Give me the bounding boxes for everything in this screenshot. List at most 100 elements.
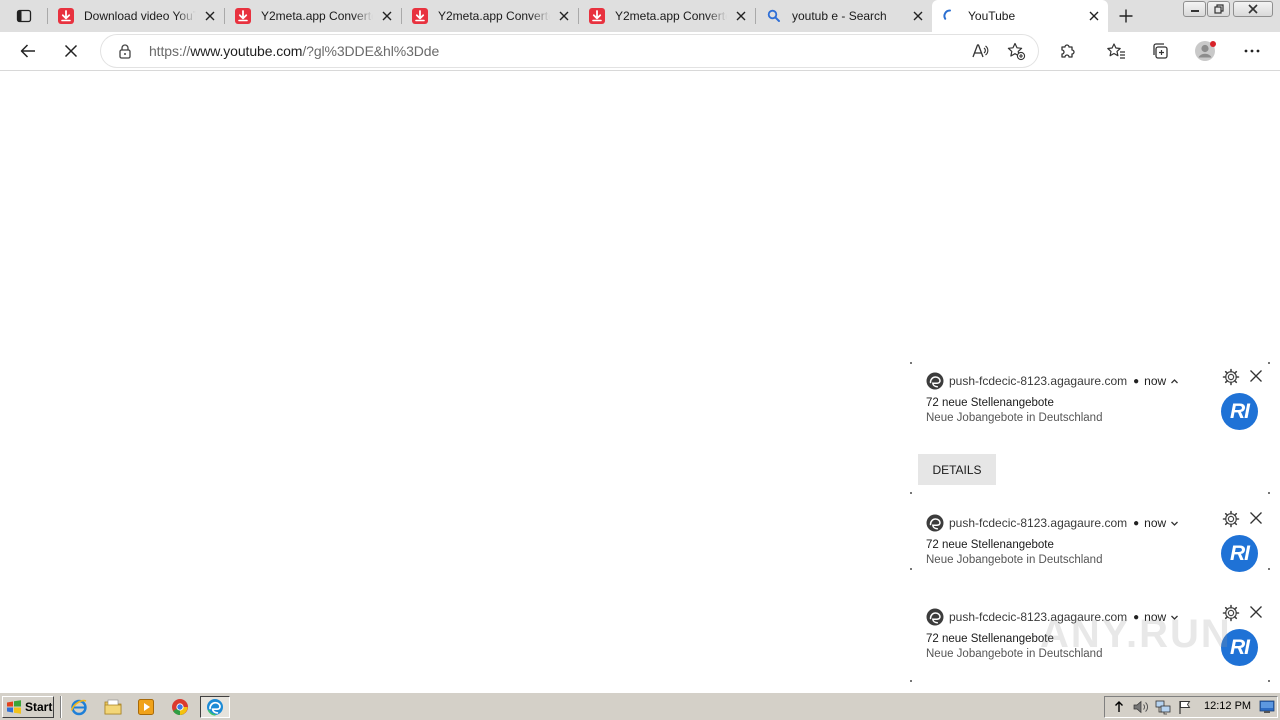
close-icon[interactable] (1248, 510, 1264, 526)
start-button[interactable]: Start (2, 696, 54, 718)
puzzle-icon (1061, 44, 1075, 58)
back-button[interactable] (13, 37, 43, 65)
collections-icon (1153, 43, 1168, 59)
tab-y2meta-1[interactable]: Y2meta.app Converter (225, 3, 401, 29)
show-hidden-icon[interactable] (1111, 699, 1127, 715)
settings-more-button[interactable] (1237, 37, 1267, 65)
tab-strip: Download video YouTube Y2meta.app Conver… (0, 0, 1280, 32)
notification-header: push-fcdecic-8123.agagaure.com ● now (926, 372, 1179, 390)
edge-icon[interactable] (200, 696, 230, 718)
flag-icon[interactable] (1177, 699, 1193, 715)
close-tab-icon[interactable] (733, 8, 749, 24)
close-tab-icon[interactable] (1086, 8, 1102, 24)
read-aloud-button[interactable] (970, 41, 990, 61)
network-icon[interactable] (1155, 699, 1171, 715)
tab-download-video[interactable]: Download video YouTube (48, 3, 224, 29)
tab-y2meta-3[interactable]: Y2meta.app Converter (579, 3, 755, 29)
close-tab-icon[interactable] (202, 8, 218, 24)
push-notification[interactable]: push-fcdecic-8123.agagaure.com ● now 72 … (910, 362, 1270, 492)
start-label: Start (25, 700, 53, 714)
stop-x-icon (64, 44, 78, 58)
stop-loading-button[interactable] (56, 37, 86, 65)
notification-corner (910, 362, 912, 364)
notification-header: push-fcdecic-8123.agagaure.com ● now (926, 514, 1179, 532)
notification-title: 72 neue Stellenangebote (926, 397, 1054, 409)
extensions-button[interactable] (1052, 37, 1082, 65)
notification-corner (1268, 680, 1270, 682)
add-favorite-button[interactable] (1006, 41, 1026, 61)
chevron-down-icon[interactable] (1170, 519, 1179, 528)
navigation-toolbar: https://www.youtube.com/?gl%3DDE&hl%3Dde (0, 32, 1280, 71)
notification-body: Neue Jobangebote in Deutschland (926, 554, 1103, 566)
notification-corner (1268, 492, 1270, 494)
search-icon (766, 8, 782, 24)
taskbar: Start 12:12 PM (0, 692, 1280, 720)
show-desktop-icon[interactable] (1259, 699, 1275, 720)
windows-logo-icon (7, 700, 21, 714)
push-notification[interactable]: push-fcdecic-8123.agagaure.com ● now 72 … (910, 492, 1270, 572)
download-arrow-icon (589, 8, 605, 24)
plus-icon (1119, 9, 1133, 23)
edge-icon (926, 608, 944, 626)
tab-title: youtub e - Search (792, 9, 887, 23)
tab-y2meta-2[interactable]: Y2meta.app Converter (402, 3, 578, 29)
notification-title: 72 neue Stellenangebote (926, 539, 1054, 551)
close-tab-icon[interactable] (910, 8, 926, 24)
url-text[interactable]: https://www.youtube.com/?gl%3DDE&hl%3Dde (149, 43, 439, 59)
profile-button[interactable] (1191, 37, 1221, 65)
close-tab-icon[interactable] (379, 8, 395, 24)
favorites-star-icon (1107, 43, 1125, 59)
chevron-up-icon[interactable] (1170, 377, 1179, 386)
close-tab-icon[interactable] (556, 8, 572, 24)
tab-search[interactable]: youtub e - Search (756, 3, 932, 29)
edge-icon (926, 372, 944, 390)
arrow-left-icon (20, 44, 35, 58)
tab-actions-button[interactable] (9, 4, 39, 28)
internet-explorer-icon[interactable] (70, 698, 88, 716)
download-arrow-icon (235, 8, 251, 24)
bullet-separator: ● (1133, 375, 1140, 387)
media-player-icon[interactable] (137, 698, 155, 716)
close-icon (1248, 4, 1258, 14)
favorites-button[interactable] (1101, 37, 1131, 65)
minimize-button[interactable] (1183, 1, 1206, 17)
url-scheme: https:// (149, 43, 191, 59)
window-close-button[interactable] (1233, 1, 1273, 17)
more-dots-icon (1244, 49, 1260, 53)
clock[interactable]: 12:12 PM (1204, 700, 1251, 712)
bullet-separator: ● (1133, 517, 1140, 529)
loading-spinner-icon (942, 8, 958, 24)
tab-actions-icon (16, 9, 32, 23)
chrome-icon[interactable] (171, 698, 189, 716)
notification-title: 72 neue Stellenangebote (926, 633, 1054, 645)
avatar-icon (1195, 41, 1216, 61)
restore-button[interactable] (1207, 1, 1230, 17)
taskbar-separator (60, 696, 62, 718)
download-arrow-icon (412, 8, 428, 24)
edge-icon (926, 514, 944, 532)
address-bar[interactable]: https://www.youtube.com/?gl%3DDE&hl%3Dde (101, 35, 1038, 67)
download-arrow-icon (58, 8, 74, 24)
gear-icon[interactable] (1222, 510, 1240, 528)
notification-avatar: RI (1221, 393, 1258, 430)
notification-corner (1268, 362, 1270, 364)
collections-button[interactable] (1145, 37, 1175, 65)
url-host: www.youtube.com (190, 43, 303, 59)
tab-title: Y2meta.app Converter (261, 9, 373, 23)
volume-icon[interactable] (1133, 699, 1149, 715)
notification-body: Neue Jobangebote in Deutschland (926, 412, 1103, 424)
gear-icon[interactable] (1222, 368, 1240, 386)
notification-avatar: RI (1221, 535, 1258, 572)
tab-youtube-active[interactable]: YouTube (932, 0, 1108, 32)
notification-time: now (1144, 516, 1167, 530)
close-icon[interactable] (1248, 368, 1264, 384)
watermark: ANY.RUN (1040, 612, 1232, 656)
folder-icon[interactable] (104, 698, 122, 716)
tab-title: YouTube (968, 9, 1016, 23)
details-button[interactable]: DETAILS (918, 454, 996, 485)
lock-icon[interactable] (117, 43, 133, 59)
close-icon[interactable] (1248, 604, 1264, 620)
notification-time: now (1144, 374, 1167, 388)
notification-corner (910, 680, 912, 682)
new-tab-button[interactable] (1114, 4, 1138, 28)
